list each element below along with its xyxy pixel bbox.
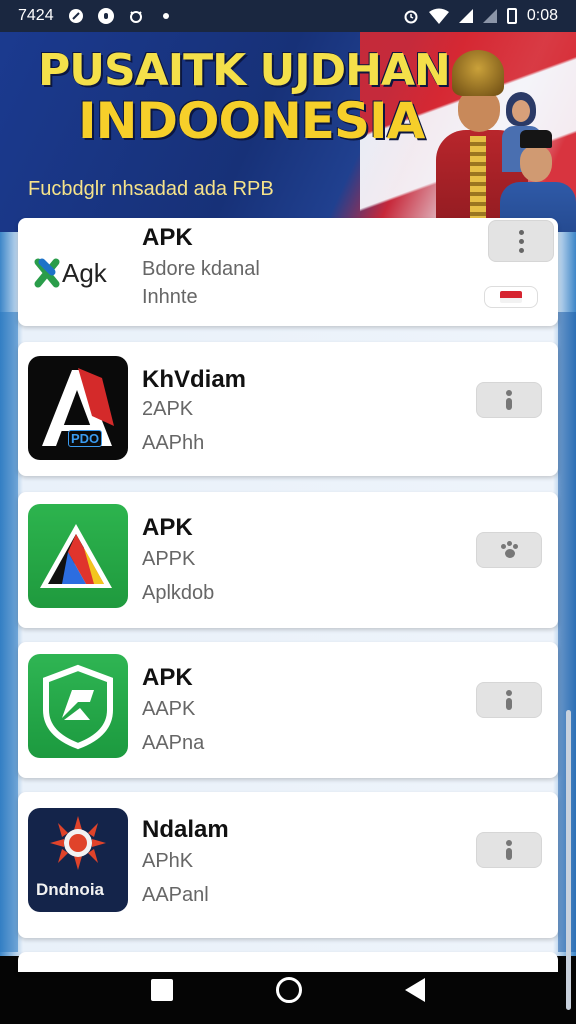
app-detail: Aplkdob	[142, 582, 215, 604]
notification-icon	[97, 8, 114, 24]
flag-badge[interactable]	[484, 286, 538, 308]
info-button[interactable]	[476, 832, 542, 868]
app-card[interactable]: APK AAPK AAPna	[18, 642, 558, 778]
app-card[interactable]: APK APPK Aplkdob	[18, 492, 558, 628]
scrollbar[interactable]	[566, 710, 571, 1010]
info-button[interactable]	[476, 682, 542, 718]
app-detail: AAPhh	[142, 432, 205, 454]
app-subtitle: Bdore kdanal	[142, 258, 260, 280]
app-card-partial[interactable]	[18, 952, 558, 972]
app-icon	[28, 504, 128, 608]
app-icon: Agk	[28, 222, 128, 326]
app-name: Ndalam	[142, 816, 229, 843]
back-button[interactable]	[404, 978, 425, 1002]
banner-title-line2: INDOONESIA	[78, 92, 425, 150]
app-name: APK	[142, 224, 193, 251]
battery-icon	[506, 8, 517, 24]
app-icon-label: PDO	[68, 430, 103, 447]
app-detail: Inhnte	[142, 286, 198, 308]
signal-icon-2	[482, 9, 497, 23]
status-clock: 0:08	[526, 7, 558, 24]
status-bar: 7424 0:08	[0, 0, 576, 32]
app-name: APK	[142, 514, 193, 541]
banner: PUSAITK UJDHAN INDOONESIA Fucbdglr nhsad…	[0, 32, 576, 232]
app-detail: AAPna	[142, 732, 205, 754]
app-card[interactable]: Dndnoia Ndalam APhK AAPanl	[18, 792, 558, 938]
app-icon: Dndnoia	[28, 808, 128, 912]
info-icon	[505, 690, 513, 710]
cat-icon	[128, 8, 144, 24]
app-subtitle: 2APK	[142, 398, 194, 420]
app-subtitle: AAPK	[142, 698, 196, 720]
app-subtitle: APPK	[142, 548, 196, 570]
home-button[interactable]	[275, 977, 302, 1003]
status-right: 0:08	[403, 7, 558, 25]
menu-icon	[518, 229, 524, 253]
app-name: APK	[142, 664, 193, 691]
signal-icon	[458, 9, 473, 23]
app-card[interactable]: Agk APK Bdore kdanal Inhnte	[18, 218, 558, 326]
app-icon: PDO	[28, 356, 128, 460]
app-icon-label: Dndnoia	[36, 880, 104, 899]
options-button[interactable]	[476, 532, 542, 568]
info-icon	[505, 390, 513, 410]
man-illustration	[500, 130, 576, 232]
wifi-icon	[428, 8, 449, 24]
app-subtitle: APhK	[142, 850, 194, 872]
status-left: 7424	[18, 7, 174, 25]
more-menu-button[interactable]	[488, 220, 554, 262]
paw-icon	[499, 541, 519, 559]
alarm-icon	[403, 8, 419, 24]
info-icon	[505, 840, 513, 860]
app-list[interactable]: Agk APK Bdore kdanal Inhnte PDO KhVdiam …	[0, 218, 576, 1010]
tiktok-icon	[68, 8, 84, 24]
app-detail: AAPanl	[142, 884, 209, 906]
status-time: 7424	[18, 7, 54, 24]
app-name: KhVdiam	[142, 366, 247, 393]
banner-title-line1: PUSAITK UJDHAN	[38, 45, 451, 96]
recents-button[interactable]	[151, 979, 174, 1001]
app-icon-label: Agk	[62, 258, 107, 288]
flag-icon	[500, 291, 522, 303]
dot-icon	[158, 8, 174, 24]
banner-title: PUSAITK UJDHAN INDOONESIA	[38, 45, 451, 150]
banner-subtitle: Fucbdglr nhsadad ada RPB	[28, 178, 274, 200]
app-icon	[28, 654, 128, 758]
info-button[interactable]	[476, 382, 542, 418]
app-card[interactable]: PDO KhVdiam 2APK AAPhh	[18, 342, 558, 476]
